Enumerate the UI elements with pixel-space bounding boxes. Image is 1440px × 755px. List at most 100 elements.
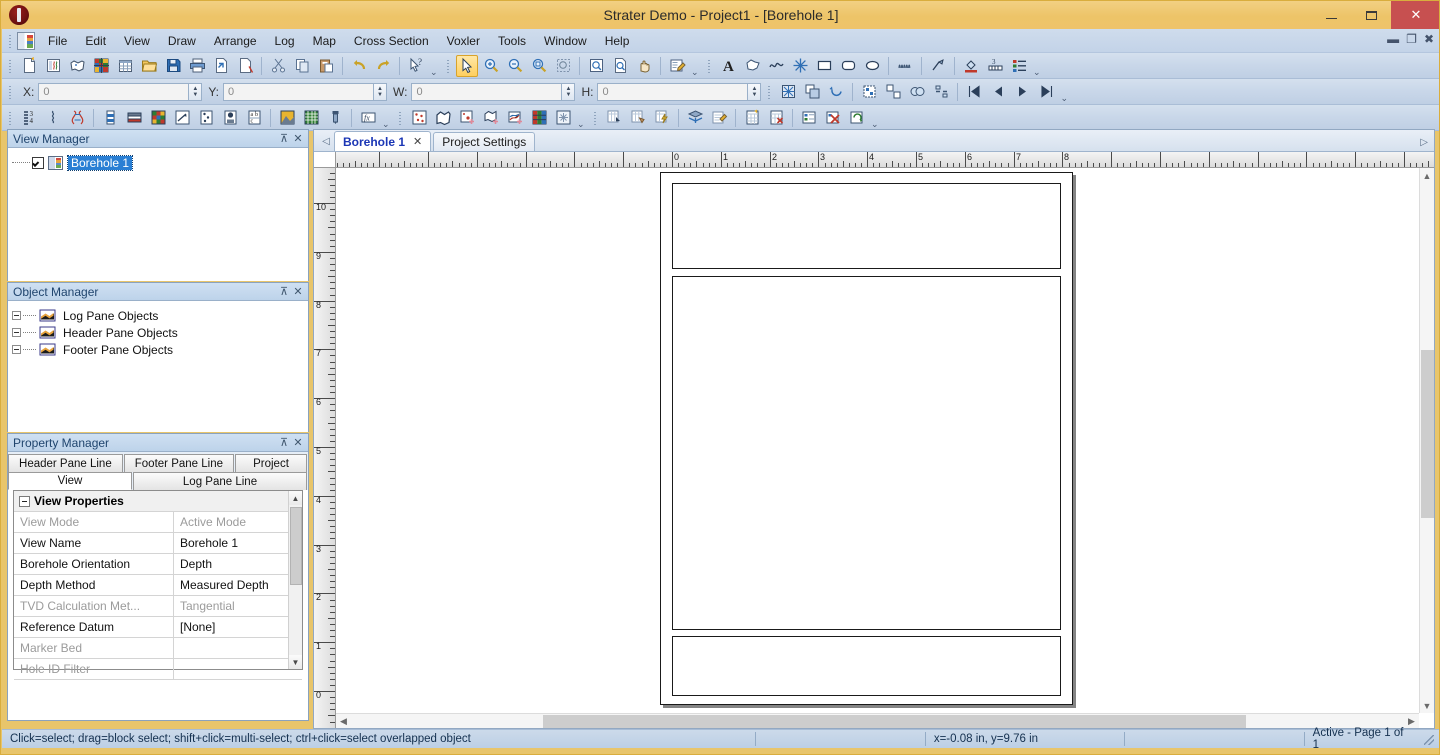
- close-icon[interactable]: ✕: [291, 436, 305, 450]
- scrollbar-thumb[interactable]: [543, 714, 1246, 728]
- close-icon[interactable]: ✕: [413, 135, 422, 148]
- new-borehole-view-button[interactable]: [42, 55, 64, 77]
- property-row-borehole-orientation[interactable]: Borehole Orientation Depth: [14, 554, 302, 575]
- select-tool-button[interactable]: [456, 54, 478, 77]
- filter-data-button[interactable]: [684, 107, 706, 129]
- property-group-header[interactable]: View Properties: [14, 491, 302, 512]
- property-value[interactable]: Depth: [174, 554, 302, 574]
- zoom-selected-button[interactable]: [528, 55, 550, 77]
- pan-button[interactable]: [633, 55, 655, 77]
- symbol-tool-button[interactable]: [789, 55, 811, 77]
- resize-grip-ic0n[interactable]: [1420, 732, 1436, 746]
- restore-child-icon[interactable]: ❐: [1406, 32, 1417, 46]
- pin-icon[interactable]: ⊼: [277, 436, 291, 450]
- fit-window-button[interactable]: [609, 55, 631, 77]
- expander-minus-icon[interactable]: [12, 311, 21, 320]
- refresh-button[interactable]: [846, 107, 868, 129]
- scroll-up-icon[interactable]: ▲: [289, 491, 302, 505]
- view-properties-button[interactable]: [666, 55, 688, 77]
- menu-grip-handle[interactable]: [6, 32, 15, 50]
- view-visibility-checkbox[interactable]: [32, 156, 44, 169]
- menu-view[interactable]: View: [115, 30, 159, 52]
- dna-log-button[interactable]: [66, 107, 88, 129]
- menu-file[interactable]: File: [39, 30, 76, 52]
- tab-header-pane-line[interactable]: Header Pane Line: [8, 454, 123, 472]
- object-manager-item-header-pane[interactable]: Header Pane Objects: [12, 324, 304, 341]
- base-map-button[interactable]: [432, 107, 454, 129]
- property-row-view-name[interactable]: View Name Borehole 1: [14, 533, 302, 554]
- x-coordinate-stepper[interactable]: ▲ ▼: [188, 82, 203, 101]
- zone-bar-log-button[interactable]: [42, 107, 64, 129]
- tab-borehole-1[interactable]: Borehole 1 ✕: [334, 131, 432, 151]
- toolbar-grip-maps[interactable]: [396, 109, 405, 127]
- new-project-button[interactable]: [18, 55, 40, 77]
- scrollbar-track[interactable]: [351, 714, 1404, 729]
- cut-button[interactable]: [267, 55, 289, 77]
- post-map-button[interactable]: [408, 107, 430, 129]
- redo-button[interactable]: [372, 55, 394, 77]
- drawing-canvas[interactable]: [336, 168, 1419, 713]
- new-table-button[interactable]: [114, 55, 136, 77]
- delete-table-button[interactable]: [765, 107, 787, 129]
- complex-text-log-button[interactable]: abc: [243, 107, 265, 129]
- canvas-vertical-scrollbar[interactable]: ▲ ▼: [1419, 168, 1434, 713]
- property-row-view-mode[interactable]: View Mode Active Mode: [14, 512, 302, 533]
- close-button[interactable]: ✕: [1391, 1, 1439, 29]
- tab-project-settings[interactable]: Project Settings: [433, 132, 536, 151]
- width-stepper[interactable]: ▲ ▼: [561, 82, 576, 101]
- next-page-button[interactable]: [1011, 81, 1033, 103]
- percentage-log-button[interactable]: [219, 107, 241, 129]
- property-row-depth-method[interactable]: Depth Method Measured Depth: [14, 575, 302, 596]
- open-button[interactable]: [138, 55, 160, 77]
- scroll-down-icon[interactable]: ▼: [1420, 698, 1434, 713]
- property-row-hole-id-filter[interactable]: Hole ID Filter: [14, 659, 302, 680]
- toolbar-grip-standard[interactable]: [6, 57, 15, 75]
- footer-pane[interactable]: [672, 636, 1061, 696]
- toolbar-overflow-data[interactable]: [870, 108, 880, 137]
- canvas-horizontal-scrollbar[interactable]: ◀ ▶: [336, 713, 1419, 728]
- rotate-button[interactable]: [825, 81, 847, 103]
- print-preview-button[interactable]: [234, 55, 256, 77]
- toolbar-overflow-arrange[interactable]: [1059, 82, 1069, 111]
- bar-log-button[interactable]: [99, 107, 121, 129]
- close-icon[interactable]: ✕: [291, 132, 305, 146]
- close-icon[interactable]: ✕: [291, 285, 305, 299]
- scale-bar-button[interactable]: 3: [984, 55, 1006, 77]
- expander-minus-icon[interactable]: [19, 495, 30, 507]
- group-button[interactable]: [858, 81, 880, 103]
- delete-scheme-button[interactable]: [822, 107, 844, 129]
- export-data-button[interactable]: [627, 107, 649, 129]
- new-cross-section-view-button[interactable]: [90, 55, 112, 77]
- text-tool-button[interactable]: A: [717, 55, 739, 77]
- menu-window[interactable]: Window: [535, 30, 596, 52]
- bubble-map-button[interactable]: [480, 107, 502, 129]
- page-sheet[interactable]: [660, 172, 1073, 705]
- depth-log-button[interactable]: 34: [18, 107, 40, 129]
- x-coordinate-field[interactable]: 0: [38, 82, 189, 101]
- function-log-button[interactable]: fx: [357, 107, 379, 129]
- edit-data-button[interactable]: [708, 107, 730, 129]
- rounded-rectangle-tool-button[interactable]: [837, 55, 859, 77]
- tadpole-log-button[interactable]: [300, 107, 322, 129]
- paste-button[interactable]: [315, 55, 337, 77]
- export-button[interactable]: [210, 55, 232, 77]
- menu-cross-section[interactable]: Cross Section: [345, 30, 438, 52]
- minimize-button[interactable]: [1311, 1, 1351, 29]
- zoom-out-button[interactable]: [504, 55, 526, 77]
- lithology-log-button[interactable]: [123, 107, 145, 129]
- align-button[interactable]: [777, 81, 799, 103]
- property-value[interactable]: Borehole 1: [174, 533, 302, 553]
- image-map-button[interactable]: [552, 107, 574, 129]
- zoom-in-button[interactable]: [480, 55, 502, 77]
- break-apart-button[interactable]: [930, 81, 952, 103]
- property-row-reference-datum[interactable]: Reference Datum [None]: [14, 617, 302, 638]
- well-construction-button[interactable]: [324, 107, 346, 129]
- polygon-tool-button[interactable]: [741, 55, 763, 77]
- expander-minus-icon[interactable]: [12, 328, 21, 337]
- previous-page-button[interactable]: [987, 81, 1009, 103]
- zoom-rectangle-button[interactable]: [552, 55, 574, 77]
- contour-map-button[interactable]: [504, 107, 526, 129]
- spline-tool-button[interactable]: [894, 55, 916, 77]
- toolbar-overflow-standard[interactable]: [429, 56, 439, 85]
- grid-map-button[interactable]: [528, 107, 550, 129]
